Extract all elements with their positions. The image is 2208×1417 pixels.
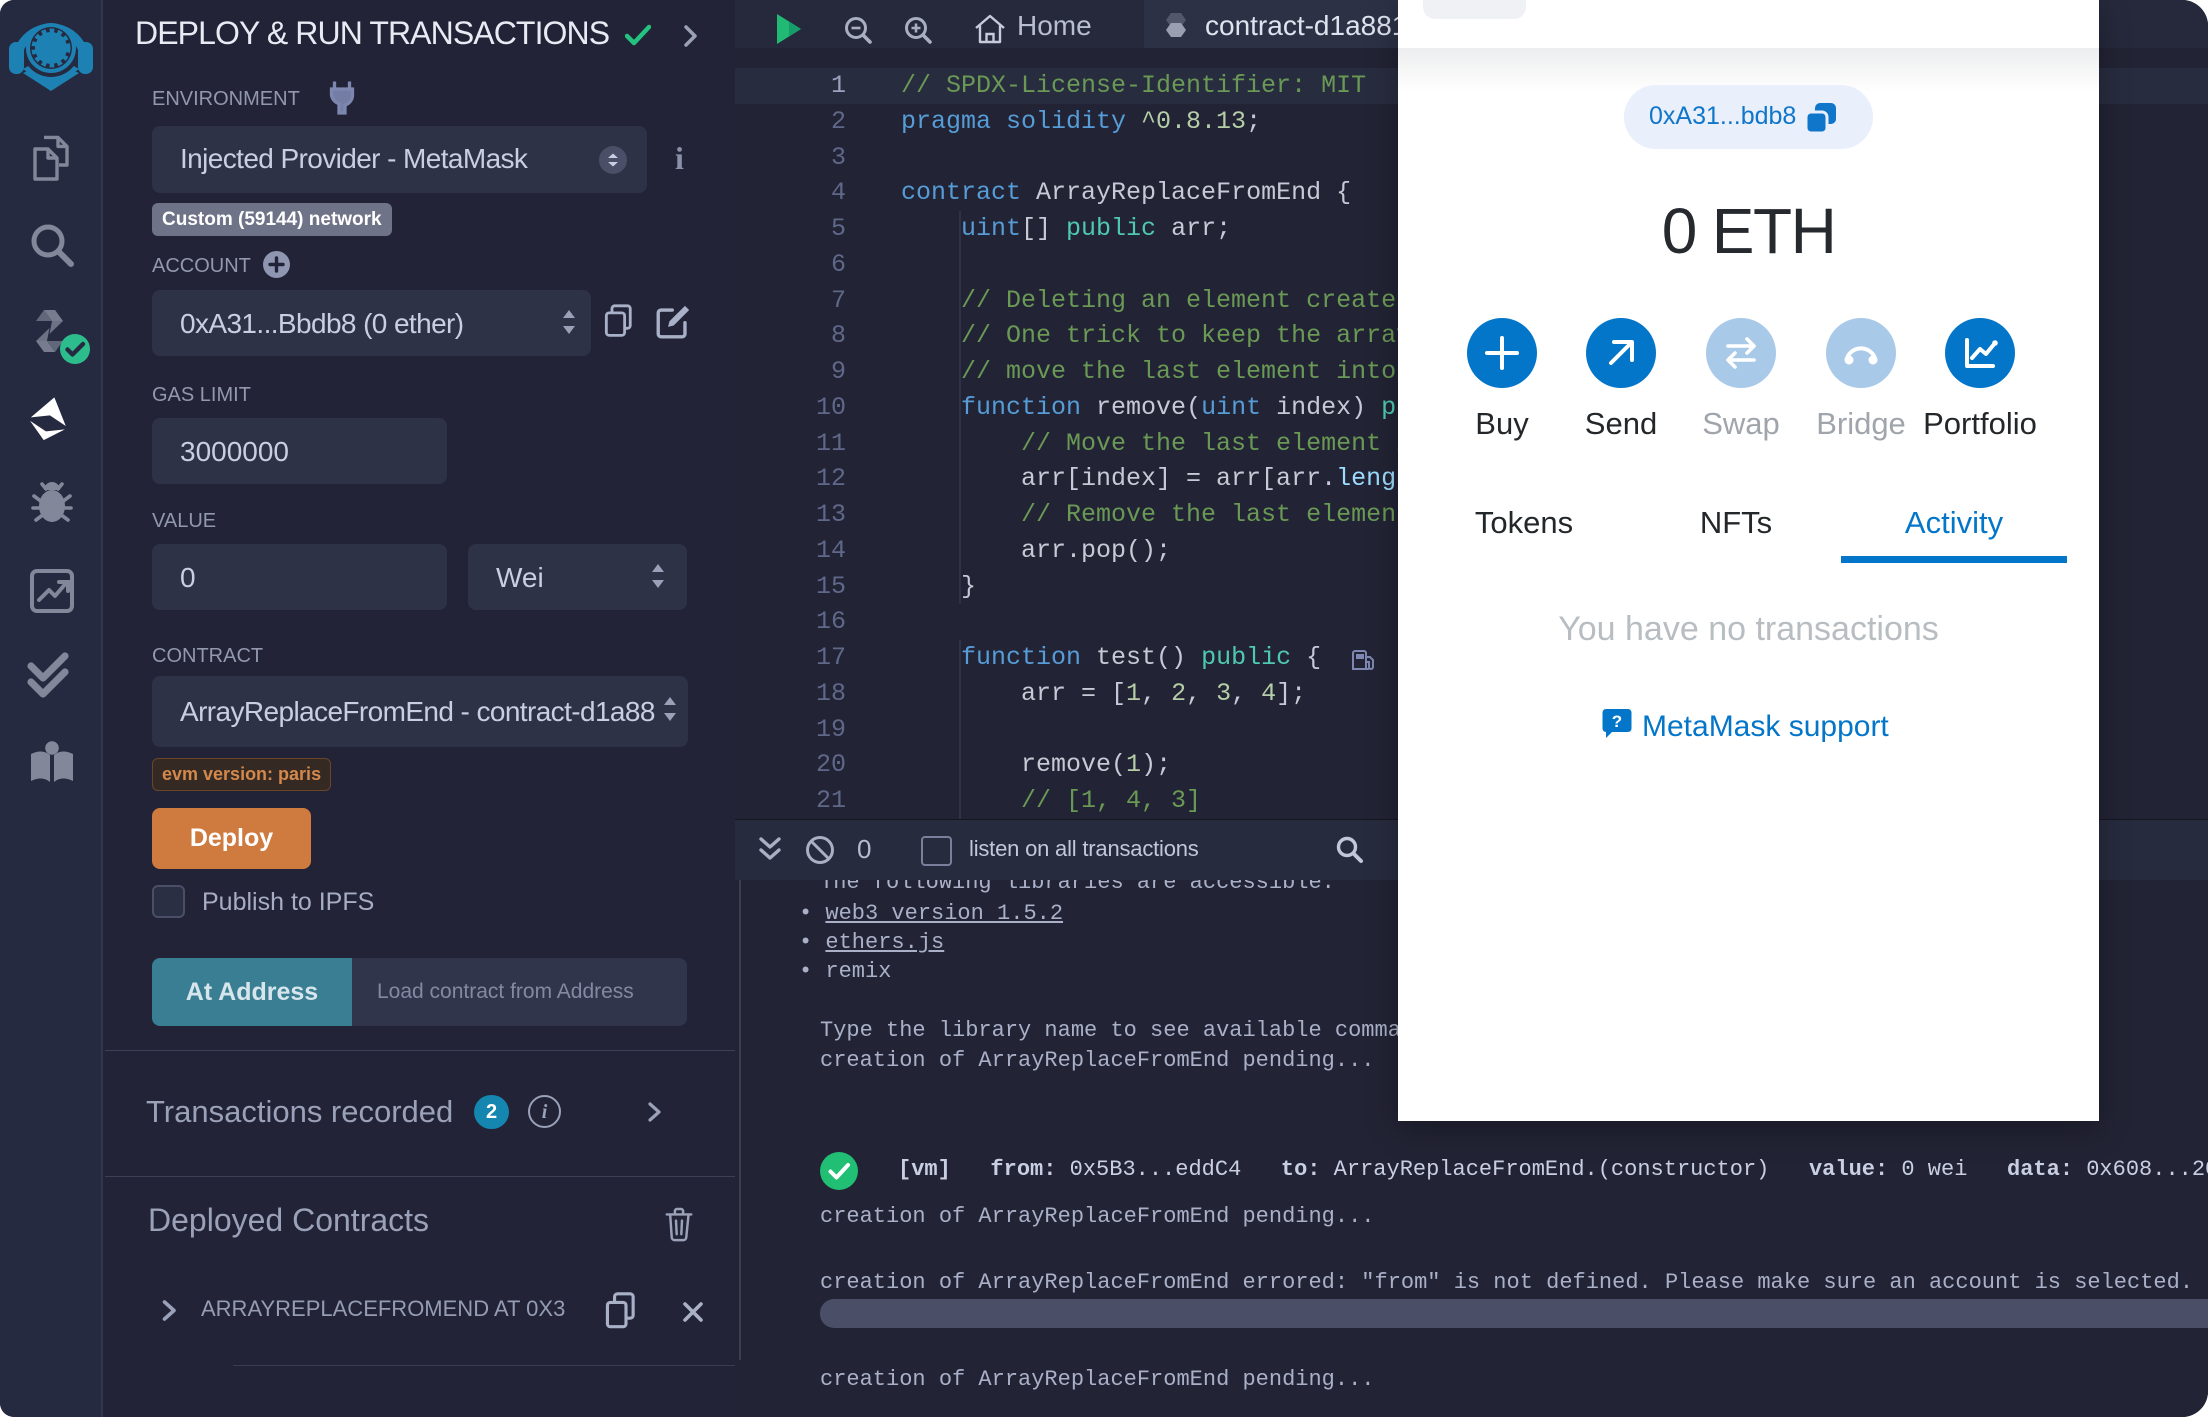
svg-text:?: ? [1612,712,1622,731]
